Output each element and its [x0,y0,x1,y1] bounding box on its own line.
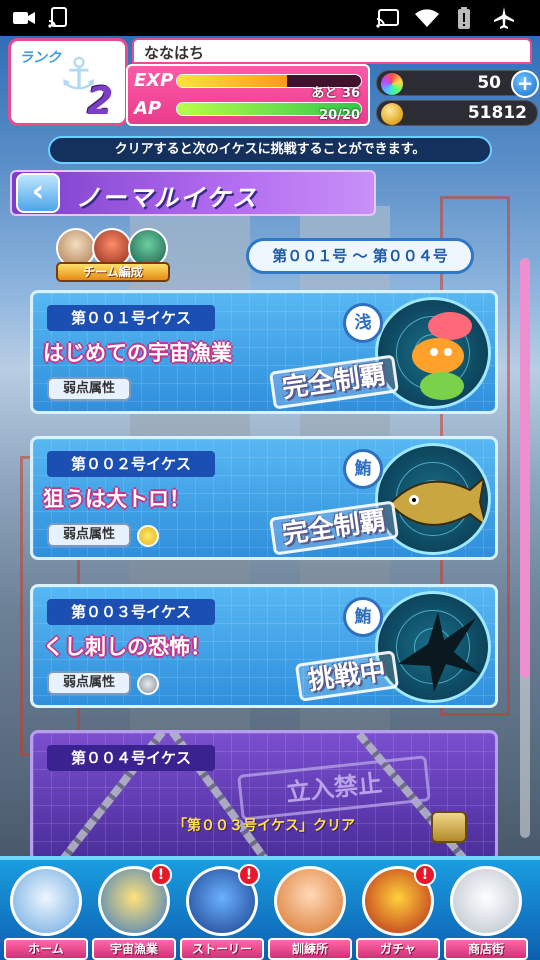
nav-label: 商店街 [444,938,528,960]
player-header: ランク ⚓ 2 ななはち EXP あと 36 AP 20/20 50 + 518… [8,38,539,128]
gem-count: 50 [477,73,501,93]
hint-banner: クリアすると次のイケスに挑戦することができます。 [48,136,492,164]
home-building-icon [10,866,82,936]
nav-story[interactable]: ! ストーリー [180,864,264,960]
rank-label: ランク [19,50,61,66]
battery-alert-icon [456,6,472,30]
scrollbar[interactable] [520,258,530,838]
nav-label: 宇宙漁業 [92,938,176,960]
scrollbar-thumb[interactable] [520,258,530,678]
stage-name: はじめての宇宙漁業 [43,341,232,365]
nav-space-fishing[interactable]: ! 宇宙漁業 [92,864,176,960]
team-edit-button[interactable]: チーム編成 [48,226,178,284]
stage-range-selector[interactable]: 第００１号 ～ 第００４号 [246,238,474,274]
video-camera-icon [12,6,36,30]
bottom-nav: ホーム ! 宇宙漁業 ! ストーリー 訓練所 ! ガチャ 商店街 [0,856,540,960]
nav-label: 訓練所 [268,938,352,960]
exp-remaining: あと 36 [311,86,360,101]
stage-card-2[interactable]: 第００２号イケス 狙うは大トロ！ 弱点属性 鮪 完全制覇 [30,436,498,560]
stage-card-3[interactable]: 第００３号イケス くし刺しの恐怖！ 弱点属性 鮪 挑戦中 [30,584,498,708]
player-name-bar: ななはち [132,38,532,64]
stage-name: くし刺しの恐怖！ [43,635,211,659]
shop-arcade-icon [450,866,522,936]
screen-cast-icon [376,6,400,30]
nav-home[interactable]: ホーム [4,866,88,960]
weak-attribute-tag: 弱点属性 [47,523,131,547]
unlock-condition: 「第００３号イケス」クリア [173,818,355,834]
gray-attribute-icon [137,673,159,695]
airplane-mode-icon [492,6,516,30]
weak-attribute-tag: 弱点属性 [47,377,131,401]
stage-card-4-locked: 第００４号イケス 立入禁止 「第００３号イケス」クリア [30,730,498,862]
rank-value: 2 [87,79,114,123]
notification-badge: ! [150,864,172,886]
nav-gacha[interactable]: ! ガチャ [356,864,440,960]
gem-counter: 50 + [376,70,539,98]
team-edit-label: チーム編成 [56,262,170,282]
stage-number: 第００１号イケス [47,305,215,331]
padlock-icon [431,811,467,843]
status-bar [0,0,540,36]
gem-icon [381,73,403,95]
unknown-enemy-silhouette-icon [398,612,480,692]
chevron-left-icon: ‹ [31,174,45,209]
ap-value: 20/20 [319,108,360,123]
yellow-attribute-icon [137,525,159,547]
nav-training[interactable]: 訓練所 [268,866,352,960]
add-gems-button[interactable]: + [511,70,539,98]
nav-label: ホーム [4,938,88,960]
coin-count: 51812 [467,103,527,123]
nav-shopping-street[interactable]: 商店街 [444,866,528,960]
nav-label: ガチャ [356,938,440,960]
rank-box: ランク ⚓ 2 [8,38,128,126]
notification-badge: ! [414,864,436,886]
player-name: ななはち [144,44,205,62]
stage-card-1[interactable]: 第００１号イケス はじめての宇宙漁業 弱点属性 浅 完全制覇 [30,290,498,414]
fish-enemy-icon [412,312,472,400]
nav-label: ストーリー [180,938,264,960]
stat-panel: EXP あと 36 AP 20/20 [126,64,370,126]
stage-kanji-badge: 浅 [343,303,383,343]
weak-attribute-tag: 弱点属性 [47,671,131,695]
coin-counter: 51812 [376,100,538,126]
back-button[interactable]: ‹ [16,173,60,213]
cast-icon [48,6,70,30]
coin-icon [381,103,403,125]
stage-number: 第００３号イケス [47,599,215,625]
tuna-enemy-icon [388,475,488,529]
stage-kanji-badge: 鮪 [343,597,383,637]
stage-number: 第００４号イケス [47,745,215,771]
exp-label: EXP [134,70,174,91]
stage-number: 第００２号イケス [47,451,215,477]
wifi-icon [414,6,440,30]
stage-kanji-badge: 鮪 [343,449,383,489]
title-bar: ‹ ノーマルイケス [10,170,376,216]
stage-name: 狙うは大トロ！ [43,487,190,511]
page-title: ノーマルイケス [76,184,258,212]
notification-badge: ! [238,864,260,886]
characters-icon [274,866,346,936]
ap-label: AP [134,98,162,119]
